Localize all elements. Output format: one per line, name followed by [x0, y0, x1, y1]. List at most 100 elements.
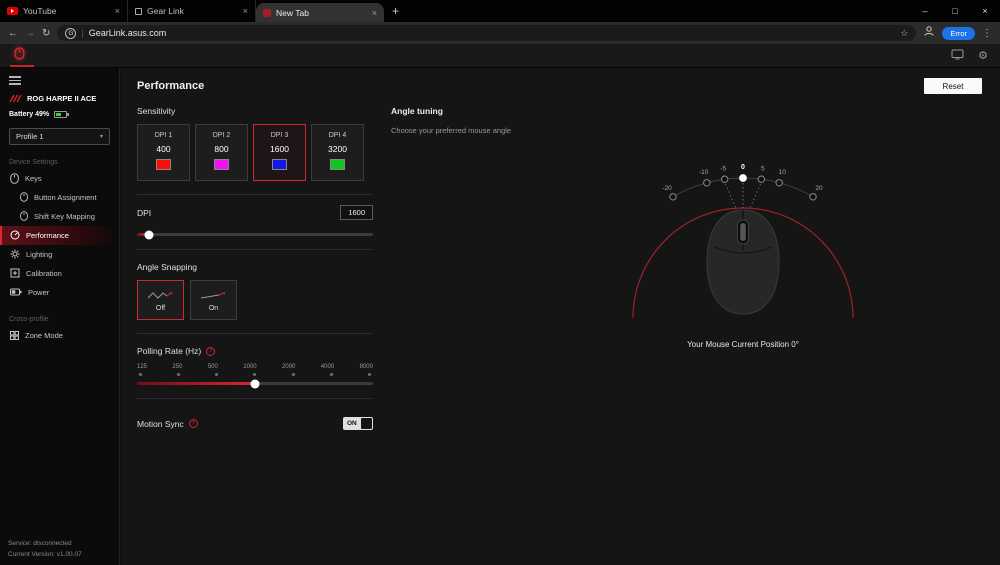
- sidebar-item-keys[interactable]: Keys: [0, 169, 119, 188]
- gear-link-favicon: [135, 7, 142, 15]
- chevron-down-icon: ▾: [99, 133, 103, 140]
- browser-menu-icon[interactable]: ⋮: [982, 28, 992, 39]
- bookmark-star-icon[interactable]: ☆: [900, 28, 908, 39]
- sidebar-item-power[interactable]: Power: [0, 283, 119, 302]
- sidebar-item-performance[interactable]: Performance: [0, 225, 119, 245]
- mouse-shift-icon: [20, 211, 28, 221]
- polling-tick-labels: 125 250 500 1000 2000 4000 8000: [137, 364, 373, 370]
- mouse-top-view: [706, 209, 780, 315]
- reset-button[interactable]: Reset: [924, 78, 982, 94]
- tab-close-icon[interactable]: ×: [372, 8, 377, 18]
- battery-label: Battery 49%: [9, 110, 50, 118]
- dpi-color-swatch[interactable]: [330, 159, 345, 170]
- tab-gear-link[interactable]: Gear Link ×: [128, 0, 256, 22]
- polling-rate-row: Polling Rate (Hz) ?: [137, 346, 373, 356]
- sidebar-item-label: Zone Mode: [25, 330, 63, 340]
- tick-label: 250: [172, 364, 183, 370]
- section-cross-profile: Cross-profile: [9, 315, 49, 323]
- tab-close-icon[interactable]: ×: [115, 6, 120, 16]
- tab-title: New Tab: [276, 7, 309, 18]
- url-bar[interactable]: G | GearLink.asus.com ☆: [57, 25, 917, 41]
- dpi-stage-4-card[interactable]: DPI 4 3200: [311, 124, 364, 181]
- sidebar-item-label: Shift Key Mapping: [34, 211, 95, 221]
- app-header: ⚙: [0, 44, 1000, 68]
- tab-title: YouTube: [23, 6, 57, 16]
- polling-tick-dots: [137, 373, 373, 376]
- profile-error-badge[interactable]: Error: [942, 26, 975, 40]
- performance-settings-column: Sensitivity DPI 1 400 DPI 2 800 DPI 3 16…: [137, 106, 373, 430]
- window-close-button[interactable]: ×: [970, 0, 1000, 22]
- dpi-stage-value: 1600: [270, 144, 289, 154]
- tab-youtube[interactable]: YouTube ×: [0, 0, 128, 22]
- forward-button[interactable]: →: [25, 28, 35, 39]
- dpi-color-swatch[interactable]: [272, 159, 287, 170]
- scale-label: 20: [815, 185, 823, 192]
- window-minimize-button[interactable]: –: [910, 0, 940, 22]
- window-maximize-button[interactable]: □: [940, 0, 970, 22]
- polling-rate-slider[interactable]: [137, 379, 373, 388]
- page-title: Performance: [137, 80, 205, 92]
- dpi-stage-3-card[interactable]: DPI 3 1600: [253, 124, 306, 181]
- dpi-color-swatch[interactable]: [156, 159, 171, 170]
- dpi-stage-cards: DPI 1 400 DPI 2 800 DPI 3 1600 DPI 4 320…: [137, 124, 373, 181]
- sidebar: ROG HARPE II ACE Battery 49% Profile 1 ▾…: [0, 68, 120, 565]
- grid-icon: [10, 330, 19, 340]
- device-mouse-icon[interactable]: [12, 46, 27, 65]
- angle-snapping-on-card[interactable]: On: [190, 280, 237, 320]
- angle-snapping-off-card[interactable]: Off: [137, 280, 184, 320]
- angle-tuning-dial[interactable]: -20 -10 -5 0 5 10 20 Your Mouse Current …: [573, 162, 913, 349]
- dpi-slider-thumb[interactable]: [144, 230, 154, 239]
- motion-sync-help-icon[interactable]: ?: [188, 419, 198, 428]
- rog-logo-icon: [9, 94, 22, 102]
- dpi-stage-1-card[interactable]: DPI 1 400: [137, 124, 190, 181]
- profile-avatar-icon[interactable]: [923, 24, 935, 42]
- motion-sync-row: Motion Sync ? ON: [137, 417, 373, 430]
- sidebar-item-label: Power: [28, 287, 50, 297]
- sensitivity-label: Sensitivity: [137, 106, 176, 116]
- battery-icon: [54, 110, 70, 118]
- url-text[interactable]: GearLink.asus.com: [89, 28, 167, 38]
- dpi-slider[interactable]: [137, 230, 373, 239]
- mouse-icon: [10, 172, 19, 184]
- settings-gear-icon[interactable]: ⚙: [978, 49, 988, 62]
- calibration-icon: [10, 268, 20, 278]
- sidebar-item-label: Performance: [26, 230, 69, 240]
- power-battery-icon: [10, 288, 22, 296]
- sidebar-item-shift-key-mapping[interactable]: Shift Key Mapping: [0, 207, 119, 226]
- tab-close-icon[interactable]: ×: [243, 6, 248, 16]
- sidebar-item-button-assignment[interactable]: Button Assignment: [0, 188, 119, 207]
- dpi-value-box[interactable]: 1600: [340, 205, 373, 220]
- site-info-icon[interactable]: G: [65, 27, 77, 39]
- angle-dial-graphic: -20 -10 -5 0 5 10 20: [632, 164, 854, 319]
- sidebar-item-calibration[interactable]: Calibration: [0, 264, 119, 283]
- menu-hamburger-icon[interactable]: [9, 76, 21, 85]
- profile-dropdown[interactable]: Profile 1 ▾: [9, 127, 110, 145]
- dpi-value-row: DPI 1600: [137, 205, 373, 220]
- youtube-icon: [7, 7, 18, 15]
- back-button[interactable]: ←: [8, 28, 18, 39]
- display-devices-icon[interactable]: [951, 49, 964, 63]
- sidebar-footer: Service: disconnected Current Version: v…: [8, 539, 82, 560]
- tab-new-tab[interactable]: New Tab ×: [256, 3, 384, 22]
- dpi-color-swatch[interactable]: [214, 159, 229, 170]
- motion-sync-toggle[interactable]: ON: [343, 417, 373, 430]
- dpi-stage-name: DPI 3: [270, 132, 289, 139]
- sidebar-item-lighting[interactable]: Lighting: [0, 245, 119, 264]
- polling-help-icon[interactable]: ?: [206, 346, 216, 356]
- polling-slider-thumb[interactable]: [250, 379, 260, 388]
- reload-button[interactable]: ↻: [42, 28, 50, 39]
- app-version: Current Version: v1.00.07: [8, 550, 82, 558]
- sidebar-item-zone-mode[interactable]: Zone Mode: [0, 326, 119, 345]
- new-tab-button[interactable]: +: [392, 5, 399, 17]
- browser-tab-strip: YouTube × Gear Link × New Tab × + – □ ×: [0, 0, 1000, 22]
- active-device-underline: [10, 65, 34, 67]
- jagged-path-icon: [147, 291, 172, 299]
- lighting-icon: [10, 249, 20, 259]
- tick-label: 1000: [243, 364, 257, 370]
- service-status: Service: disconnected: [8, 540, 72, 548]
- dpi-stage-2-card[interactable]: DPI 2 800: [195, 124, 248, 181]
- dpi-stage-value: 3200: [328, 144, 347, 154]
- battery-row: Battery 49%: [9, 110, 119, 118]
- angle-tuning-subtitle: Choose your preferred mouse angle: [391, 126, 512, 135]
- scale-label: -10: [699, 169, 709, 176]
